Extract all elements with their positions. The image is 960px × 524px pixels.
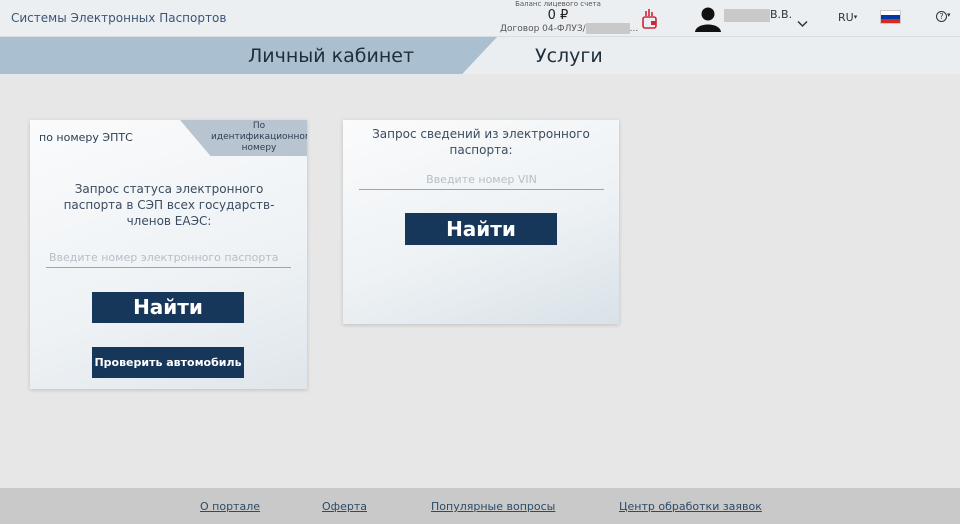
tab-services[interactable]: Услуги (535, 45, 603, 67)
user-avatar-icon[interactable] (694, 6, 722, 32)
contract-number: Договор 04-ФЛУЗ/... (500, 23, 638, 34)
tab-by-id-number[interactable]: По идентификационному номеру (180, 120, 307, 156)
check-car-button[interactable]: Проверить автомобиль (92, 347, 244, 378)
help-icon: ? (936, 11, 947, 22)
language-selector[interactable]: RU▾ (838, 11, 857, 24)
contract-redacted (585, 23, 630, 34)
footer-link-faq[interactable]: Популярные вопросы (431, 500, 555, 513)
user-name-redacted (724, 8, 770, 22)
contract-prefix: Договор 04-ФЛУЗ/ (500, 24, 586, 34)
account-balance: Баланс лицевого счета 0 ₽ Договор 04-ФЛУ… (500, 0, 638, 34)
main-tabs: Личный кабинет Услуги (0, 37, 960, 74)
epts-number-input[interactable]: Введите номер электронного паспорта (46, 248, 291, 268)
vin-search-card: Запрос сведений из электронного паспорта… (343, 120, 619, 324)
vin-find-button[interactable]: Найти (405, 213, 557, 245)
epts-find-button[interactable]: Найти (92, 292, 244, 323)
brand-title[interactable]: Системы Электронных Паспортов (11, 11, 226, 25)
tab-by-id-number-label: По идентификационному номеру (211, 121, 317, 153)
contract-suffix: ... (629, 24, 639, 34)
epts-search-card: по номеру ЭПТС По идентификационному ном… (30, 120, 307, 389)
balance-label: Баланс лицевого счета (515, 0, 601, 8)
chevron-down-icon[interactable] (797, 13, 808, 28)
language-label: RU (838, 11, 854, 24)
top-header: Системы Электронных Паспортов Баланс лиц… (0, 0, 960, 37)
user-initials: В.В. (770, 8, 793, 21)
footer-link-about[interactable]: О портале (200, 500, 260, 513)
vin-input[interactable]: Введите номер VIN (359, 170, 604, 190)
tab-by-epts-number[interactable]: по номеру ЭПТС (30, 120, 180, 156)
balance-amount: 0 ₽ (547, 8, 569, 23)
epts-question: Запрос статуса электронного паспорта в С… (63, 182, 275, 228)
russia-flag-icon[interactable] (880, 10, 901, 24)
tab-by-epts-number-label: по номеру ЭПТС (39, 131, 133, 144)
footer-link-requests[interactable]: Центр обработки заявок (619, 500, 762, 513)
footer: О портале Оферта Популярные вопросы Цент… (0, 488, 960, 524)
footer-link-offer[interactable]: Оферта (322, 500, 367, 513)
wallet-icon[interactable] (641, 8, 658, 30)
help-menu[interactable]: ? ▾ (936, 11, 951, 22)
user-name[interactable]: В.В. (724, 8, 792, 22)
vin-question: Запрос сведений из электронного паспорта… (372, 127, 590, 157)
tab-cabinet[interactable]: Личный кабинет (248, 45, 414, 67)
language-caret-icon: ▾ (853, 13, 858, 21)
help-caret-icon: ▾ (947, 11, 951, 19)
